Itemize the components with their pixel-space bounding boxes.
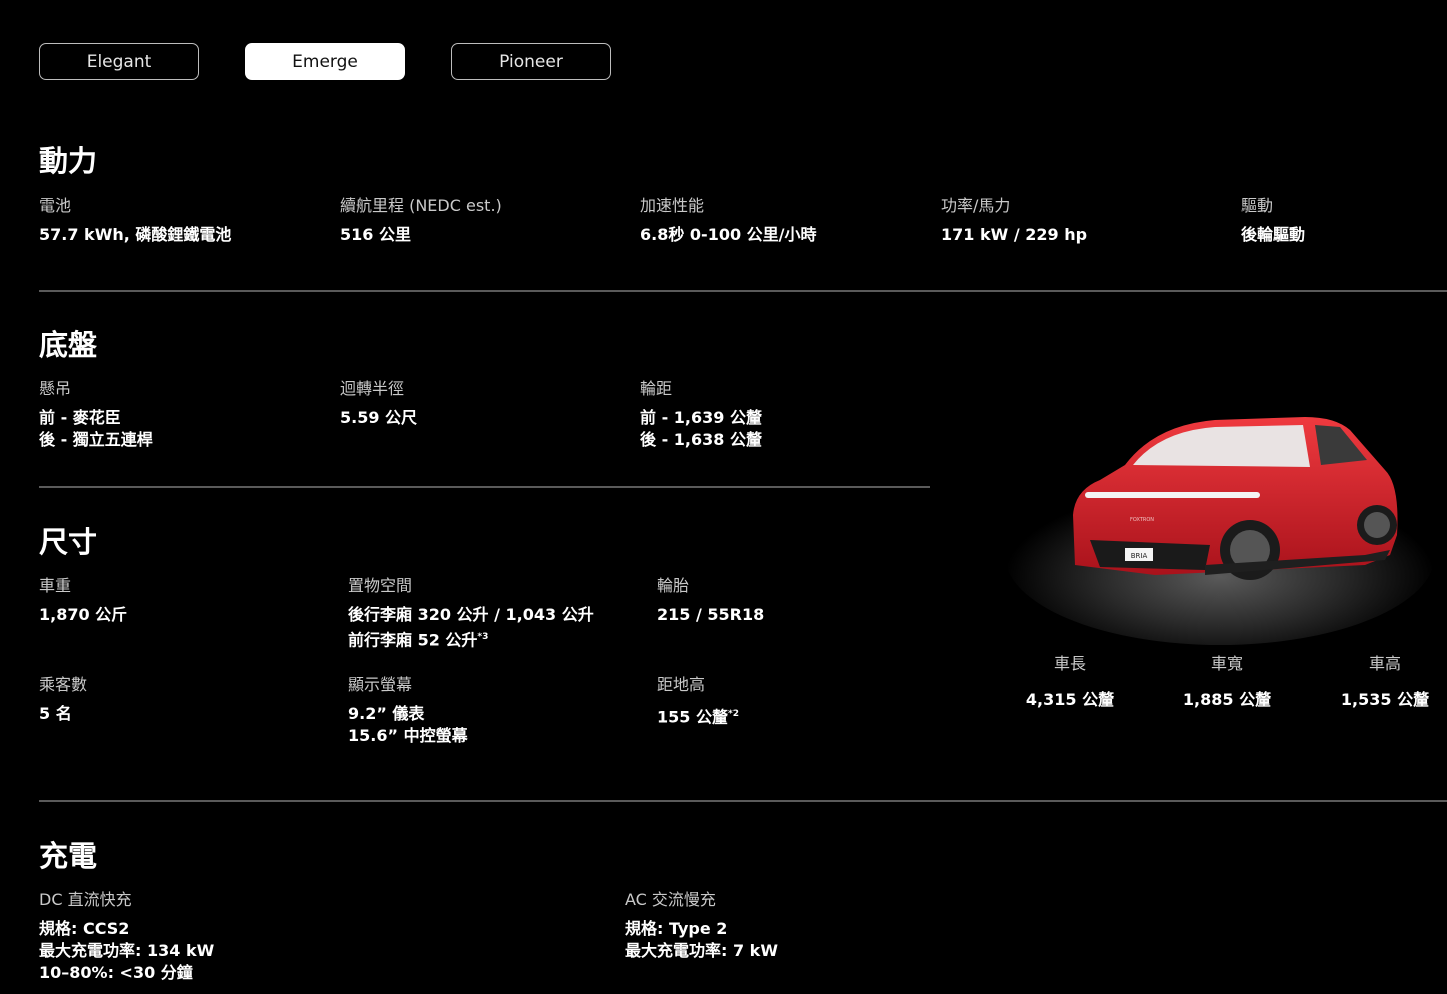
spec-label: 電池 [39,196,72,215]
spec-label: 顯示螢幕 [348,675,413,694]
spec-label: 車重 [39,576,72,595]
spec-label: 加速性能 [640,196,705,215]
spec-range: 續航里程 (NEDC est.) 516 公里 [340,197,502,246]
spec-value: 後行李廂 320 公升 / 1,043 公升 前行李廂 52 公升*3 [348,605,594,650]
spec-value: 155 公釐*2 [657,707,739,727]
spec-suspension: 懸吊 前 - 麥花臣 後 - 獨立五連桿 [39,380,153,451]
spec-ac-charging: AC 交流慢充 規格: Type 2 最大充電功率: 7 kW [625,891,778,962]
spec-acceleration: 加速性能 6.8秒 0-100 公里/小時 [640,197,817,246]
spec-drive: 驅動 後輪驅動 [1241,197,1305,246]
section-title-dimensions: 尺寸 [39,525,98,559]
dim-label: 車寬 [1210,654,1243,673]
footnote-mark: *2 [727,709,739,719]
tab-elegant[interactable]: Elegant [39,43,199,80]
spec-value: 57.7 kWh, 磷酸鋰鐵電池 [39,225,232,244]
tab-pioneer[interactable]: Pioneer [451,43,611,80]
spec-track: 輪距 前 - 1,639 公釐 後 - 1,638 公釐 [640,380,762,451]
spec-turning-radius: 迴轉半徑 5.59 公尺 [340,380,417,429]
footnote-mark: *3 [477,632,489,642]
spec-value: 9.2” 儀表 15.6” 中控螢幕 [348,704,468,745]
divider [39,290,1447,292]
dim-value: 1,535 公釐 [1340,690,1430,709]
spec-label: 迴轉半徑 [340,379,405,398]
dim-label: 車長 [1053,654,1086,673]
spec-label: 功率/馬力 [941,196,1011,215]
spec-label: 懸吊 [39,379,72,398]
spec-value: 215 / 55R18 [657,605,765,624]
section-title-chassis: 底盤 [39,328,98,362]
divider [39,800,1447,802]
spec-label: 輪胎 [657,576,690,595]
car-plate: BRIA [1131,552,1148,560]
dim-value: 1,885 公釐 [1182,690,1272,709]
spec-label: 乘客數 [39,675,88,694]
spec-weight: 車重 1,870 公斤 [39,577,127,626]
spec-ground-clearance: 距地高 155 公釐*2 [657,676,739,728]
trim-tabs: Elegant Emerge Pioneer [39,43,611,80]
car-brand: FOXTRON [1130,517,1154,523]
spec-label: 置物空間 [348,576,413,595]
spec-power: 功率/馬力 171 kW / 229 hp [941,197,1087,246]
dim-height: 車高 1,535 公釐 [1315,650,1447,710]
spec-tire: 輪胎 215 / 55R18 [657,577,764,626]
spec-value: 5.59 公尺 [340,408,418,427]
dim-width: 車寬 1,885 公釐 [1157,650,1297,710]
spec-value: 前 - 1,639 公釐 後 - 1,638 公釐 [640,408,762,449]
spec-label: 驅動 [1241,196,1274,215]
tab-emerge[interactable]: Emerge [245,43,405,80]
divider [39,486,930,488]
spec-passengers: 乘客數 5 名 [39,676,87,725]
spec-value: 6.8秒 0-100 公里/小時 [640,225,817,244]
spec-value: 171 kW / 229 hp [941,225,1088,244]
dim-label: 車高 [1368,654,1401,673]
spec-label: 距地高 [657,675,706,694]
section-title-power: 動力 [39,144,98,178]
spec-value: 前 - 麥花臣 後 - 獨立五連桿 [39,408,153,449]
spec-value: 516 公里 [340,225,411,244]
spec-value: 規格: Type 2 最大充電功率: 7 kW [625,919,778,960]
spec-cargo: 置物空間 後行李廂 320 公升 / 1,043 公升 前行李廂 52 公升*3 [348,577,594,651]
spec-label: 輪距 [640,379,673,398]
dim-value: 4,315 公釐 [1025,690,1115,709]
spec-battery: 電池 57.7 kWh, 磷酸鋰鐵電池 [39,197,231,246]
spec-display: 顯示螢幕 9.2” 儀表 15.6” 中控螢幕 [348,676,468,747]
spec-label: 續航里程 (NEDC est.) [340,196,502,215]
section-title-charging: 充電 [39,839,98,873]
spec-value: 1,870 公斤 [39,605,128,624]
spec-value: 規格: CCS2 最大充電功率: 134 kW 10–80%: <30 分鐘 [39,919,215,982]
dim-length: 車長 4,315 公釐 [1000,650,1140,710]
spec-dc-charging: DC 直流快充 規格: CCS2 最大充電功率: 134 kW 10–80%: … [39,891,214,984]
spec-value: 5 名 [39,704,72,723]
spec-value: 後輪驅動 [1241,225,1306,244]
car-image: BRIA FOXTRON [1005,395,1440,645]
spec-label: AC 交流慢充 [625,890,716,909]
spec-label: DC 直流快充 [39,890,132,909]
